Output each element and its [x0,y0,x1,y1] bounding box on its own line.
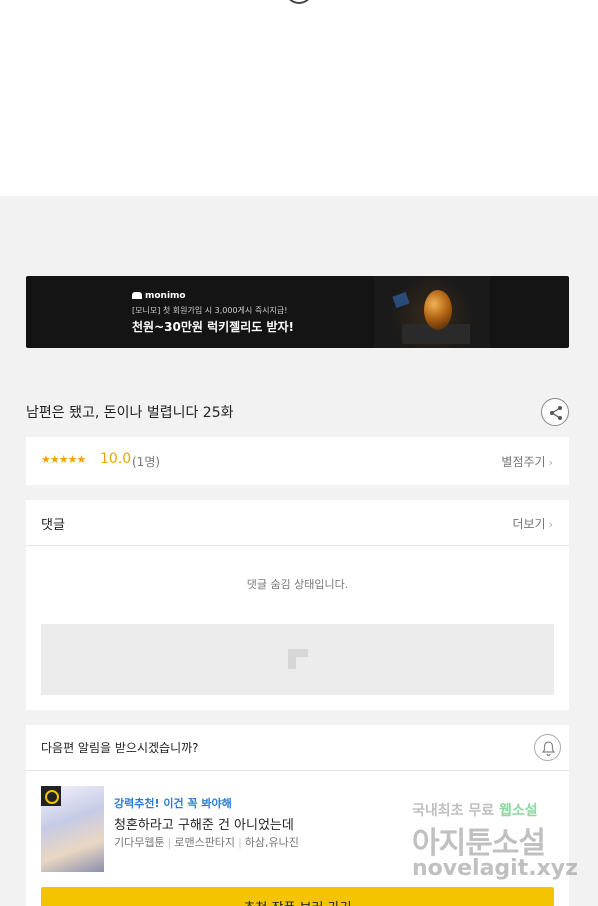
ad-logo-icon [288,649,308,669]
rating-stars: ★★★★★ [41,453,86,466]
banner-headline: 천원~30만원 럭키젤리도 받자! [132,320,295,334]
banner-subtext: [모니모] 첫 회원가입 시 3,000게시 즉시지급! [132,306,288,315]
scroll-top-icon[interactable] [285,0,313,4]
webtoon-viewer-end [0,0,598,196]
comment-label: 댓글 [41,518,65,533]
rate-button[interactable]: 별점주기 › [501,453,553,470]
watermark: 국내최초 무료 웹소설 아지툰소설 novelagit.xyz [412,800,578,890]
alarm-question: 다음편 알림을 받으시겠습니까? [41,741,199,755]
recommendation-tag: 강력추천! 이건 꼭 봐야해 [114,797,232,810]
comment-hidden-notice: 댓글 숨김 상태입니다. [246,578,349,591]
wait-free-clock-icon [41,786,61,806]
alarm-toggle-button[interactable] [534,734,561,761]
watermark-line3: novelagit.xyz [412,856,578,881]
watermark-line1: 국내최초 무료 웹소설 [412,803,538,819]
comment-header: 댓글 더보기 › [26,500,569,546]
bell-icon [541,741,556,757]
meta-genre: 로맨스판타지 [174,836,236,849]
chevron-right-icon: › [548,518,553,531]
share-icon [550,406,562,420]
episode-title: 남편은 됐고, 돈이나 벌렵니다 25화 [26,405,234,421]
monimo-logo-icon [132,292,142,299]
ad-banner[interactable]: monimo [모니모] 첫 회원가입 시 3,000게시 즉시지급! 천원~3… [26,276,569,348]
comment-card: 댓글 더보기 › 댓글 숨김 상태입니다. [26,500,569,710]
recommended-title[interactable]: 청혼하라고 구해준 건 아니었는데 [114,814,294,833]
alarm-header: 다음편 알림을 받으시겠습니까? [26,725,569,771]
banner-brand: monimo [132,291,186,301]
chevron-right-icon: › [548,456,553,469]
rating-card: ★★★★★ 10.0 (1명) 별점주기 › [26,437,569,485]
meta-authors: 하삼,유나진 [244,836,299,849]
share-button[interactable] [541,398,569,426]
meta-category: 기다무웹툰 [114,836,165,849]
recommended-meta: 기다무웹툰 | 로맨스판타지 | 하삼,유나진 [114,836,299,849]
lucky-jelly-image [424,290,452,330]
ad-placeholder[interactable] [41,624,554,695]
rating-score: 10.0 [100,451,132,467]
rating-count: (1명) [132,455,161,469]
comment-more-button[interactable]: 더보기 › [512,515,553,532]
